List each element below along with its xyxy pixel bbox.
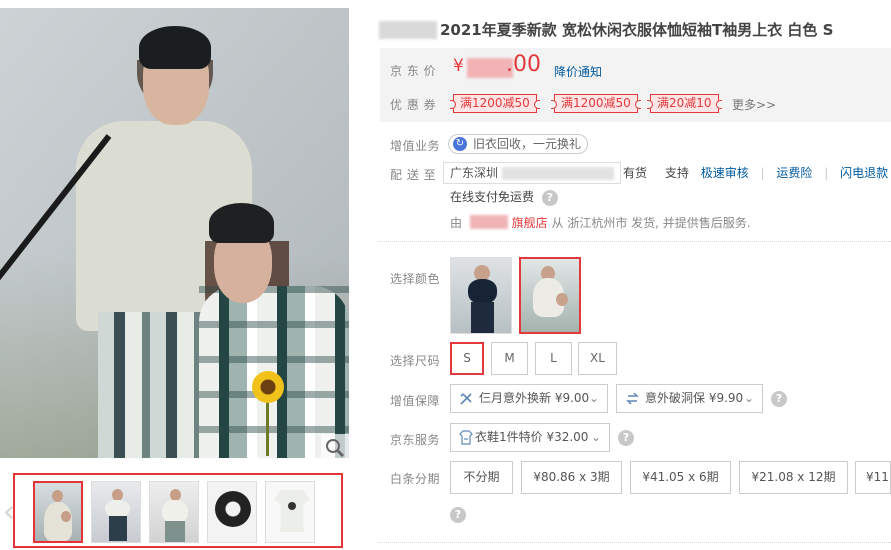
installment-24-months-partial[interactable]: ¥11 — [855, 461, 891, 494]
bottom-divider — [378, 542, 891, 543]
tee-print-dot — [288, 502, 296, 510]
circle-print-graphic — [215, 491, 251, 527]
option-second-model-head — [556, 293, 568, 306]
thumbnail-white-tee-flat[interactable] — [265, 481, 315, 543]
color-option-dark-shirt[interactable] — [450, 257, 512, 334]
price-panel: 京 东 价 ¥ .00 降价通知 优 惠 券 满1200减50 满1200减50… — [380, 48, 891, 122]
thumbnail-shirt — [162, 500, 188, 523]
color-option-white-shirt[interactable] — [519, 257, 581, 334]
question-icon[interactable]: ? — [541, 190, 558, 206]
zoom-button[interactable] — [321, 434, 349, 458]
value-added-label: 增值业务 — [390, 139, 441, 153]
price-drop-notice-link[interactable]: 降价通知 — [554, 63, 602, 80]
thumbnail-couple-front[interactable] — [33, 481, 83, 543]
white-tee-graphic — [274, 490, 310, 532]
clothing-service-text: 衣鞋1件特价 ¥32.00 — [475, 430, 589, 444]
address-prefix: 广东深圳 — [450, 166, 499, 180]
coupon-20-10[interactable]: 满20减10 — [647, 94, 722, 113]
woman-black-beanie — [209, 203, 274, 243]
sunflower — [252, 371, 284, 403]
option-dark-shirt — [468, 279, 497, 303]
magnifier-icon — [326, 439, 345, 458]
thumbnail-man-side-view[interactable] — [149, 481, 199, 543]
product-detail-panel: 2021年夏季新款 宽松休闲衣服体恤短袖T袖男上衣 白色 S 京 东 价 ¥ .… — [378, 0, 891, 550]
option-dark-pants — [471, 302, 494, 333]
hole-protection-select[interactable]: 意外破洞保 ¥9.90 ⌄ — [616, 384, 763, 413]
three-month-replacement-select[interactable]: 仨月意外换新 ¥9.00 ⌄ — [450, 384, 608, 413]
protection-question-icon[interactable]: ? — [771, 391, 787, 407]
installment-3-months[interactable]: ¥80.86 x 3期 — [521, 461, 622, 494]
recycle-icon: ↻ — [453, 137, 467, 151]
product-title: 2021年夏季新款 宽松休闲衣服体恤短袖T袖男上衣 白色 S — [440, 21, 834, 39]
clothing-service-icon — [459, 430, 473, 445]
product-title-row: 2021年夏季新款 宽松休闲衣服体恤短袖T袖男上衣 白色 S — [378, 18, 891, 44]
service-question-icon[interactable]: ? — [618, 430, 634, 446]
support-divider: | — [824, 166, 829, 180]
installment-label: 白条分期 — [390, 472, 441, 486]
size-option-s[interactable]: S — [450, 342, 484, 375]
recycle-service-pill[interactable]: ↻ 旧衣回收，一元换礼 — [448, 134, 589, 154]
installment-6-months[interactable]: ¥41.05 x 6期 — [630, 461, 731, 494]
thumbnail-shirt — [44, 502, 72, 541]
fast-review-link[interactable]: 极速审核 — [701, 166, 749, 180]
thumbnail-second-head — [61, 511, 71, 522]
installment-question-icon[interactable]: ? — [450, 507, 466, 523]
clothing-service-select[interactable]: 衣鞋1件特价 ¥32.00 ⌄ — [450, 423, 610, 452]
shipping-origin-text: 从 浙江杭州市 发货, 并提供售后服务. — [551, 216, 751, 230]
price-label: 京 东 价 — [390, 64, 437, 78]
stock-support-row: 有货 支持 极速审核 | 运费险 | 闪电退款 — [623, 164, 888, 181]
thumbnail-pants — [165, 521, 185, 542]
installment-12-months[interactable]: ¥21.08 x 12期 — [739, 461, 848, 494]
lightning-refund-link[interactable]: 闪电退款 — [840, 166, 888, 180]
seller-info-row: 由 旗舰店 从 浙江杭州市 发货, 并提供售后服务. — [450, 214, 751, 231]
man-black-beanie — [139, 26, 211, 69]
hole-protection-text: 意外破洞保 ¥9.90 — [645, 391, 744, 405]
delivery-label: 配 送 至 — [390, 168, 437, 182]
price-suffix: .00 — [506, 52, 541, 77]
chevron-down-icon: ⌄ — [590, 430, 601, 444]
recycle-service-text: 旧衣回收，一元换礼 — [473, 137, 582, 151]
protection-label: 增值保障 — [390, 394, 441, 408]
thumbnail-head — [52, 490, 63, 502]
support-divider: | — [760, 166, 765, 180]
three-month-replacement-text: 仨月意外换新 ¥9.00 — [479, 391, 590, 405]
thumbnail-pants — [109, 516, 127, 541]
blurred-brand-name — [379, 21, 437, 39]
blurred-seller-name — [469, 215, 508, 229]
size-option-m[interactable]: M — [491, 342, 528, 375]
section-divider — [378, 241, 891, 242]
size-option-l[interactable]: L — [535, 342, 572, 375]
stock-status: 有货 — [623, 166, 648, 180]
seller-prefix: 由 — [450, 216, 463, 230]
jd-service-label: 京东服务 — [390, 433, 441, 447]
chevron-down-icon: ⌄ — [588, 391, 599, 405]
more-coupons-link[interactable]: 更多>> — [732, 96, 776, 113]
delivery-address-selector[interactable]: 广东深圳 — [443, 162, 621, 184]
repair-icon — [460, 393, 472, 405]
coupon-1200-50-first[interactable]: 满1200减50 — [450, 94, 540, 113]
free-shipping-text: 在线支付免运费 — [450, 190, 535, 204]
price-currency: ¥ — [453, 56, 464, 76]
blurred-address-detail — [502, 167, 614, 180]
thumbnail-strip — [13, 473, 343, 548]
main-product-image[interactable] — [0, 8, 349, 458]
seller-store-link[interactable]: 旗舰店 — [512, 216, 548, 230]
exchange-icon — [626, 392, 639, 405]
support-label: 支持 — [664, 166, 689, 180]
free-shipping-note: 在线支付免运费 ? — [450, 188, 558, 206]
coupon-1200-50-second[interactable]: 满1200减50 — [551, 94, 641, 113]
installment-no-split[interactable]: 不分期 — [450, 461, 513, 494]
chevron-down-icon: ⌄ — [743, 391, 754, 405]
sunflower-stem — [266, 398, 269, 456]
coupon-label: 优 惠 券 — [390, 98, 437, 112]
thumbnail-circle-print-detail[interactable] — [207, 481, 257, 543]
size-label: 选择尺码 — [390, 354, 441, 368]
freight-insurance-link[interactable]: 运费险 — [776, 166, 812, 180]
size-option-xl[interactable]: XL — [578, 342, 617, 375]
color-label: 选择颜色 — [390, 272, 441, 286]
thumbnail-man-dark-pants[interactable] — [91, 481, 141, 543]
